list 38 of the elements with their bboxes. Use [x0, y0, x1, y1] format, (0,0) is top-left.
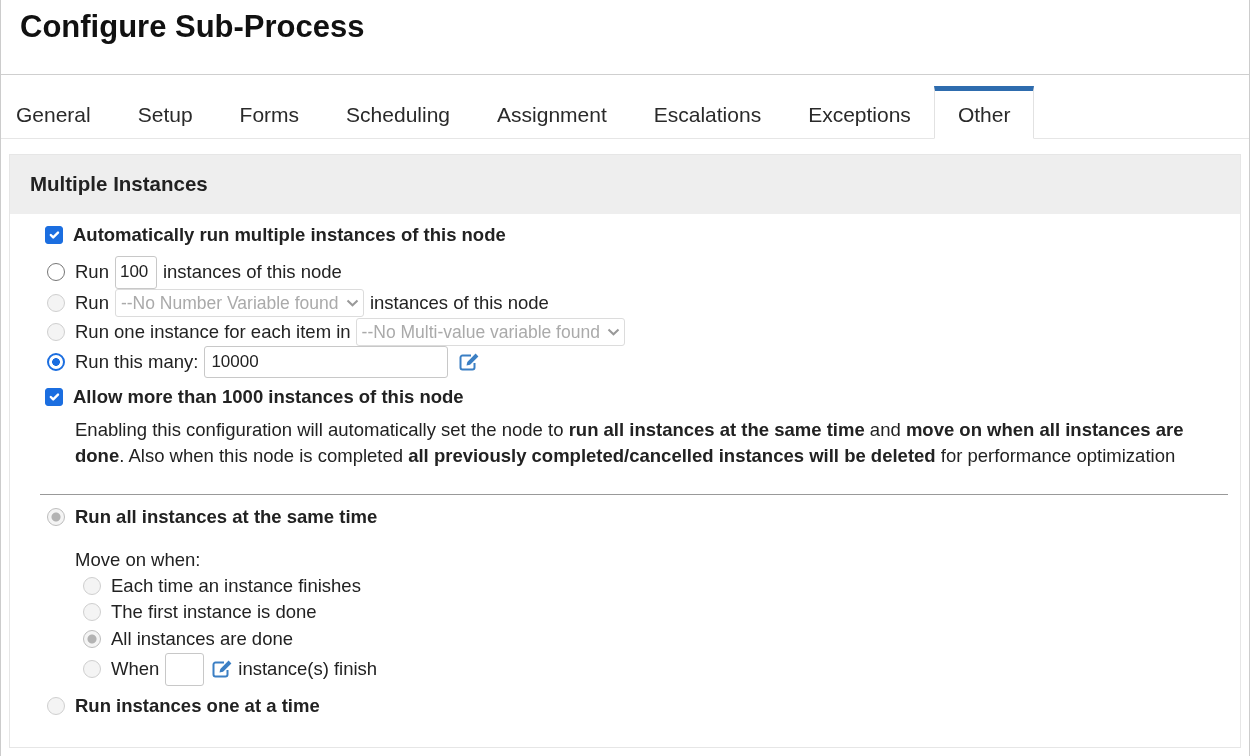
- option-label: Run instances one at a time: [75, 694, 320, 719]
- tab[interactable]: Setup: [114, 86, 217, 139]
- option-label: Run this many:: [75, 350, 199, 375]
- tab[interactable]: Other: [934, 86, 1034, 139]
- checkbox[interactable]: [45, 226, 63, 244]
- radio-button[interactable]: [47, 353, 65, 371]
- tab[interactable]: Scheduling: [322, 86, 474, 139]
- number-field[interactable]: 100: [114, 255, 157, 289]
- option-label: Run: [75, 260, 109, 285]
- option-label: instances of this node: [369, 291, 549, 316]
- tab[interactable]: Forms: [216, 86, 323, 139]
- option-label: instances of this node: [162, 260, 342, 285]
- chevron-down-icon: [345, 299, 359, 307]
- tab[interactable]: Assignment: [473, 86, 631, 139]
- option-label: The first instance is done: [111, 600, 317, 625]
- option-label: When: [111, 657, 160, 682]
- tab[interactable]: General: [1, 86, 115, 139]
- option-label: Run one instance for each item in: [75, 320, 351, 345]
- option-label: Run all instances at the same time: [75, 505, 378, 530]
- option-label: Each time an instance finishes: [111, 574, 361, 599]
- checkbox[interactable]: [45, 388, 63, 406]
- checkbox-label: Allow more than 1000 instances of this node: [73, 385, 464, 410]
- radio-button[interactable]: [47, 263, 65, 281]
- option-label: All instances are done: [111, 626, 294, 651]
- panel-title: Multiple Instances: [30, 171, 208, 198]
- number-field[interactable]: [165, 652, 205, 686]
- edit-icon[interactable]: [459, 353, 480, 371]
- checkbox-label: Automatically run multiple instances of this node: [73, 223, 506, 248]
- option-label: Run: [75, 291, 109, 316]
- field-label: Move on when:: [75, 548, 201, 573]
- edit-icon[interactable]: [212, 660, 233, 678]
- chevron-down-icon: [606, 328, 620, 336]
- expression-field[interactable]: 10000: [204, 346, 449, 378]
- tab[interactable]: Exceptions: [784, 86, 935, 139]
- tab[interactable]: Escalations: [630, 86, 785, 139]
- page-title: Configure Sub-Process: [20, 8, 366, 46]
- option-label: instance(s) finish: [238, 657, 378, 682]
- help-text: Enabling this configuration will automatically set the node to run all instances at the same time and move on when all instances are done. Also when this node is completed all previously completed/cancelled instances will be deleted for performance optimization: [75, 418, 1185, 468]
